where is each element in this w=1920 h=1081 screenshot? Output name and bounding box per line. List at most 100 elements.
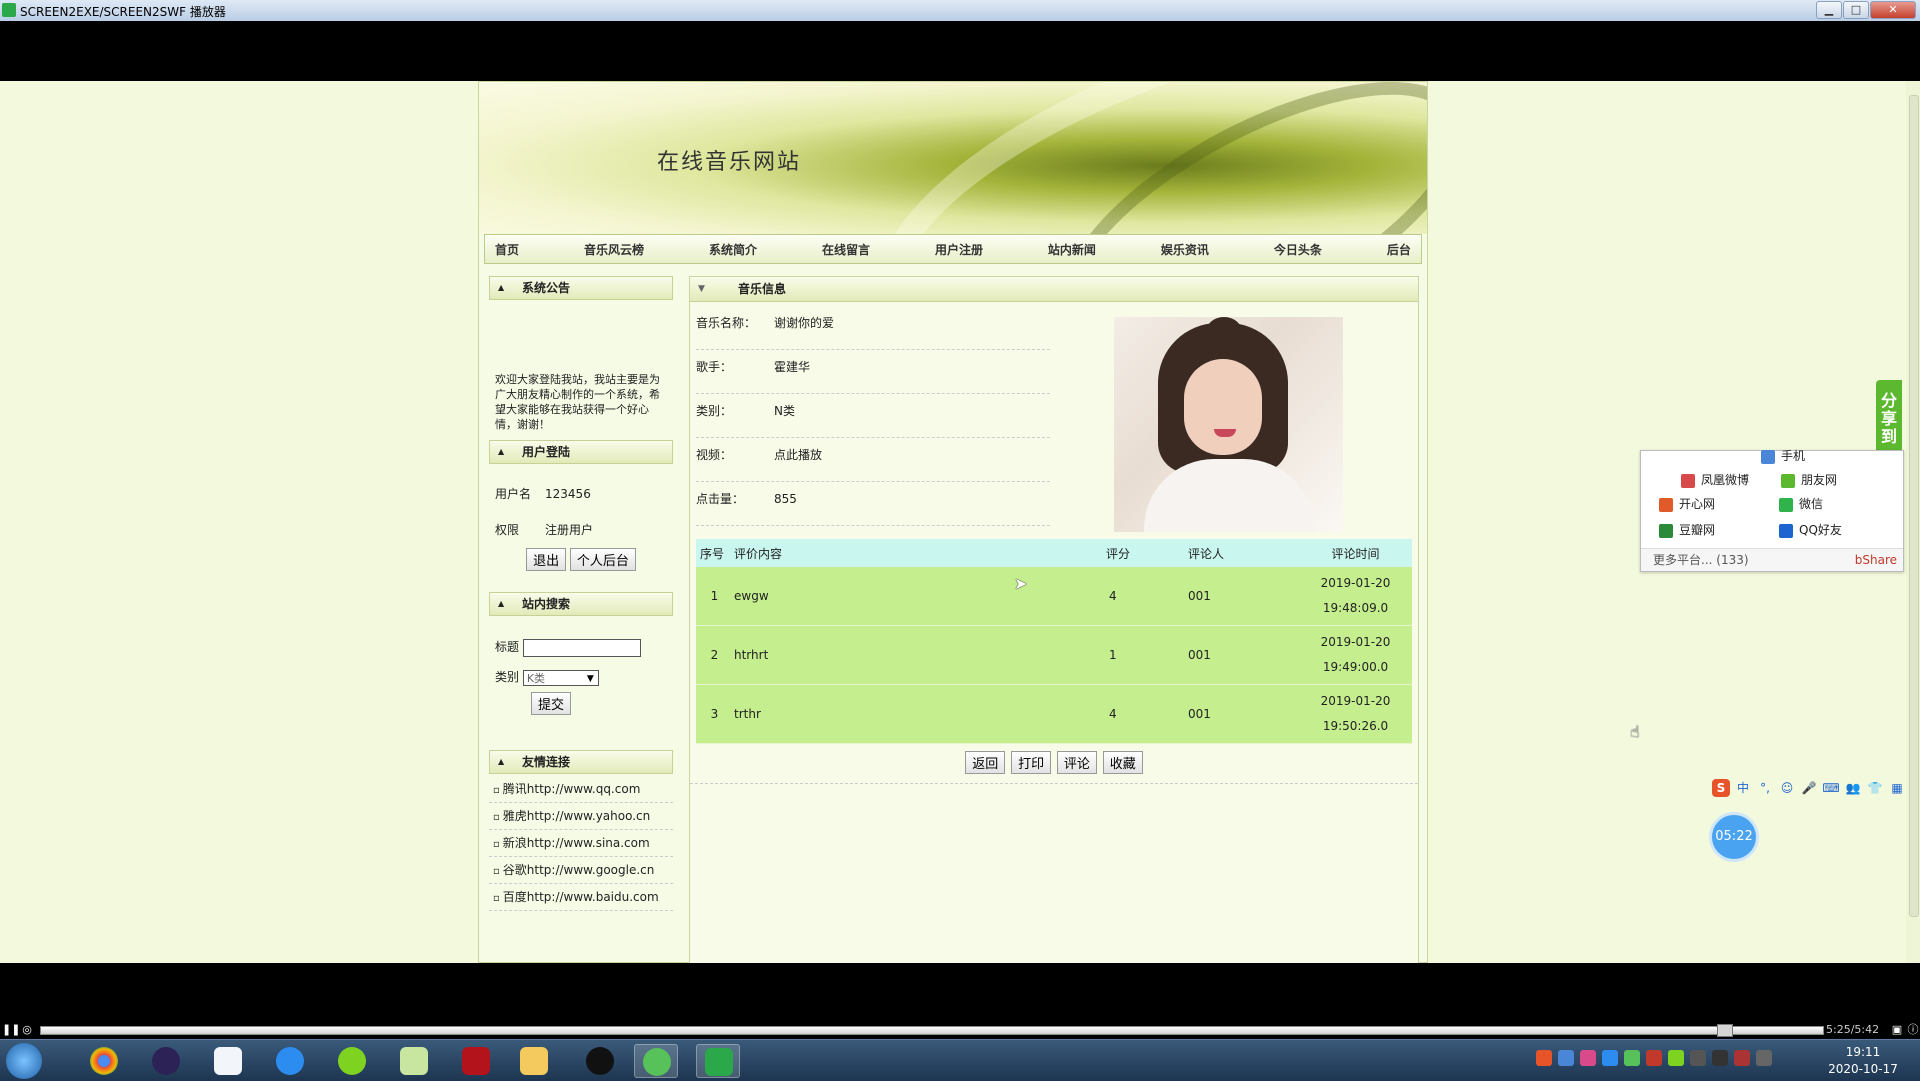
music-actions: 返回 打印 评论 收藏 [690,751,1418,784]
back-button[interactable]: 返回 [965,751,1006,774]
link-google[interactable]: 谷歌http://www.google.cn [489,857,673,884]
wechat-tray-icon[interactable] [1624,1050,1640,1066]
baidu-netdisk-app[interactable] [206,1044,250,1078]
row-content: ewgw [733,567,1105,626]
play-video-link[interactable]: 点此播放 [774,448,822,462]
recording-timer[interactable]: 05:22 [1712,815,1756,859]
pause-icon[interactable]: ❚❚ [2,1023,20,1037]
qq-tray-icon[interactable] [1690,1050,1706,1066]
bshare-logo[interactable]: bShare [1855,549,1897,571]
microphone-icon[interactable]: 🎤 [1800,779,1818,797]
progress-track[interactable] [40,1026,1824,1035]
flash-app[interactable] [454,1044,498,1078]
search-title-row: 标题 [489,632,673,662]
toolbox-icon[interactable]: ▦ [1888,779,1906,797]
nav-entertainment[interactable]: 娱乐资讯 [1161,241,1209,258]
skin-icon[interactable]: 👕 [1866,779,1884,797]
nav-headlines[interactable]: 今日头条 [1274,241,1322,258]
chrome-app[interactable] [82,1044,126,1078]
ime-mode-icon[interactable]: 中 [1734,779,1752,797]
maximize-button[interactable]: □ [1843,1,1869,19]
link-qq[interactable]: 腾讯http://www.qq.com [489,776,673,803]
minimize-button[interactable]: ▁ [1816,1,1842,19]
nav-register[interactable]: 用户注册 [935,241,983,258]
tray-icon[interactable] [1668,1050,1684,1066]
link-baidu[interactable]: 百度http://www.baidu.com [489,884,673,911]
users-icon[interactable]: 👥 [1844,779,1862,797]
page-scrollbar[interactable] [1906,81,1920,963]
share-footer: 更多平台... (133) bShare [1641,548,1903,571]
row-score: 4 [1105,684,1187,744]
role-value: 注册用户 [545,523,594,537]
share-wechat[interactable]: 微信 [1779,495,1823,513]
notice-text: 欢迎大家登陆我站，我站主要是为广大朋友精心制作的一个系统，希望大家能够在我站获得… [495,373,660,431]
progress-knob[interactable] [1716,1024,1733,1037]
share-more-link[interactable]: 更多平台... (133) [1653,553,1749,567]
green-app[interactable] [330,1044,374,1078]
nav-admin[interactable]: 后台 [1387,241,1411,258]
row-no: 3 [696,684,733,744]
notepad-app[interactable] [392,1044,436,1078]
eclipse-app[interactable] [144,1044,188,1078]
scrollbar-thumb[interactable] [1909,95,1919,917]
shield-icon[interactable] [1602,1050,1618,1066]
music-info-heading: 音乐信息 [690,277,1418,302]
emoji-icon[interactable]: ☺ [1778,779,1796,797]
share-tab[interactable]: 分享到 [1876,380,1902,454]
volume-icon[interactable] [1734,1050,1750,1066]
sidebar: 系统公告 欢迎大家登陆我站，我站主要是为广大朋友精心制作的一个系统，希望大家能够… [489,276,673,911]
action-center-icon[interactable] [1756,1050,1772,1066]
nav-guestbook[interactable]: 在线留言 [822,241,870,258]
window-title-bar: SCREEN2EXE/SCREEN2SWF 播放器 ▁ □ ✕ [0,0,1920,22]
nav-about[interactable]: 系统简介 [709,241,757,258]
link-yahoo[interactable]: 雅虎http://www.yahoo.cn [489,803,673,830]
share-ifeng[interactable]: 凤凰微博 [1681,471,1749,489]
tray-icon[interactable] [1580,1050,1596,1066]
window-title: SCREEN2EXE/SCREEN2SWF 播放器 [20,5,226,19]
share-qq-friends[interactable]: QQ好友 [1779,521,1842,539]
notice-heading: 系统公告 [489,276,673,300]
speed-icon[interactable]: ◎ [20,1023,34,1037]
row-clock: 19:50:26.0 [1322,719,1389,733]
logout-button[interactable]: 退出 [526,548,567,571]
search-title-input[interactable] [522,638,641,657]
qq-app[interactable] [578,1044,622,1078]
field-singer: 歌手： 霍建华 [696,349,1050,394]
search-submit-button[interactable]: 提交 [531,692,572,715]
nav-home[interactable]: 首页 [495,241,519,258]
sogou-icon[interactable]: S [1712,779,1730,797]
category-select[interactable]: K类 ▼ [522,669,599,686]
print-button[interactable]: 打印 [1011,751,1052,774]
wechat-app[interactable] [634,1044,678,1078]
personal-admin-button[interactable]: 个人后台 [569,548,636,571]
flash-icon [462,1047,490,1075]
share-pengyou[interactable]: 朋友网 [1781,471,1837,489]
screen2exe-app[interactable] [696,1044,740,1078]
row-time: 2019-01-20 19:48:09.0 [1299,567,1412,626]
username-label: 用户名 [495,487,532,501]
system-clock[interactable]: 19:11 2020-10-17 [1820,1044,1906,1078]
keyboard-icon[interactable]: ⌨ [1822,779,1840,797]
share-mobile[interactable]: 手机 [1761,447,1805,465]
qq-browser-app[interactable] [268,1044,312,1078]
favorite-button[interactable]: 收藏 [1102,751,1143,774]
nav-news[interactable]: 站内新闻 [1048,241,1096,258]
info-icon[interactable]: ⓘ [1906,1023,1920,1037]
page-viewport: 在线音乐网站 首页 音乐风云榜 系统简介 在线留言 用户注册 站内新闻 娱乐资讯… [0,81,1920,963]
explorer-app[interactable] [512,1044,556,1078]
network-icon[interactable] [1712,1050,1728,1066]
sogou-tray-icon[interactable] [1536,1050,1552,1066]
close-button[interactable]: ✕ [1870,1,1916,19]
search-heading: 站内搜索 [489,592,673,616]
tray-icon[interactable] [1646,1050,1662,1066]
share-douban[interactable]: 豆瓣网 [1659,521,1715,539]
fullscreen-icon[interactable]: ▣ [1890,1023,1904,1037]
nav-charts[interactable]: 音乐风云榜 [584,241,644,258]
tray-icon[interactable] [1558,1050,1574,1066]
comment-button[interactable]: 评论 [1056,751,1097,774]
start-button[interactable] [6,1043,42,1079]
field-label: 视频： [696,448,733,462]
share-kaixin[interactable]: 开心网 [1659,495,1715,513]
link-sina[interactable]: 新浪http://www.sina.com [489,830,673,857]
punctuation-icon[interactable]: °, [1756,779,1774,797]
